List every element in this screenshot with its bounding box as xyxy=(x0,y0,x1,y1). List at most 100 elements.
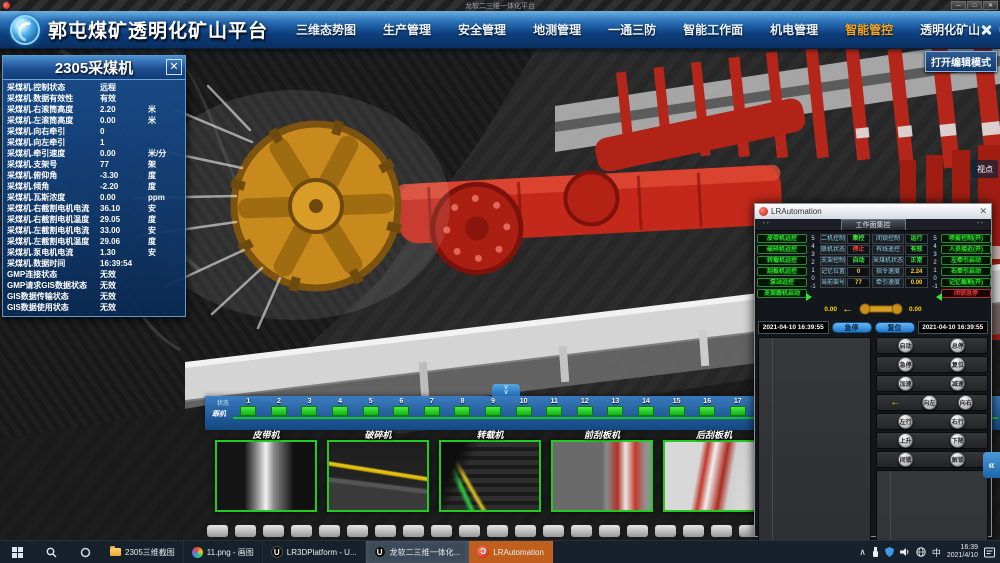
thumbnail-chip[interactable] xyxy=(487,525,508,537)
start-button[interactable] xyxy=(0,541,34,563)
thumbnail-chip[interactable] xyxy=(347,525,368,537)
speaker-icon[interactable] xyxy=(900,547,910,557)
cortana-icon[interactable] xyxy=(68,541,102,563)
nav-item[interactable]: 智能管控 xyxy=(845,21,893,38)
taskbar-app[interactable]: U龙软二三维一体化... xyxy=(366,541,470,563)
camera-thumbnail[interactable] xyxy=(327,440,429,512)
control-button[interactable]: 右行 xyxy=(950,414,965,429)
minimize-button[interactable]: ─ xyxy=(951,1,966,10)
nav-item[interactable]: 地测管理 xyxy=(533,21,581,38)
tray-expand-icon[interactable]: ∧ xyxy=(859,547,866,558)
notification-icon[interactable] xyxy=(984,547,995,558)
camera-thumbnail[interactable] xyxy=(215,440,317,512)
support-cell[interactable]: 12 xyxy=(570,398,601,428)
nav-item[interactable]: 三维态势图 xyxy=(296,21,356,38)
taskbar-app[interactable]: ƆLRAutomation xyxy=(469,541,553,563)
taskbar-app[interactable]: 11.png - 画图 xyxy=(184,541,263,563)
support-cell[interactable]: 16 xyxy=(692,398,723,428)
support-cell[interactable]: 13 xyxy=(600,398,631,428)
lra-remote-button[interactable]: 人员接近(开) xyxy=(941,245,991,254)
camera-thumbnail[interactable] xyxy=(551,440,653,512)
taskbar-app[interactable]: 2305三维截图 xyxy=(102,541,184,563)
collapse-panel-arrow[interactable]: « xyxy=(983,452,1000,478)
thumbnail-chip[interactable] xyxy=(515,525,536,537)
thumbnail-chip[interactable] xyxy=(263,525,284,537)
nav-item[interactable]: 智能工作面 xyxy=(683,21,743,38)
support-cell[interactable]: 2 xyxy=(264,398,295,428)
thumbnail-chip[interactable] xyxy=(711,525,732,537)
thumbnail-chip[interactable] xyxy=(235,525,256,537)
control-button[interactable]: 启动 xyxy=(898,338,913,353)
lra-remote-button[interactable]: 喷雾控制(开) xyxy=(941,234,991,243)
thumbnail-chip[interactable] xyxy=(543,525,564,537)
thumbnail-chip[interactable] xyxy=(291,525,312,537)
control-button[interactable]: 总停 xyxy=(950,338,965,353)
lra-remote-button[interactable]: 皮带机远控 xyxy=(757,234,807,243)
shield-icon[interactable] xyxy=(885,547,894,557)
control-button[interactable]: 解锁 xyxy=(950,452,965,467)
support-cell[interactable]: 6 xyxy=(386,398,417,428)
thumbnail-chip[interactable] xyxy=(571,525,592,537)
reset-button[interactable]: 复位 xyxy=(875,322,915,333)
control-button[interactable]: 急停 xyxy=(898,357,913,372)
lra-tab-workface[interactable]: 工作面集控 xyxy=(841,219,906,230)
viewpoint-tab[interactable]: 视点 xyxy=(972,160,998,178)
control-button[interactable]: 减速 xyxy=(950,376,965,391)
nav-item[interactable]: 机电管理 xyxy=(770,21,818,38)
thumbnail-chip[interactable] xyxy=(599,525,620,537)
lra-remote-button[interactable]: 转载机远控 xyxy=(757,256,807,265)
chevron-down-icon[interactable]: ∨∨ xyxy=(492,384,520,396)
support-cell[interactable]: 3 xyxy=(294,398,325,428)
tools-icon[interactable] xyxy=(980,24,992,36)
shearer-panel-header[interactable]: 2305采煤机 ✕ xyxy=(3,56,185,80)
support-cell[interactable]: 15 xyxy=(661,398,692,428)
estop-button[interactable]: 急停 xyxy=(832,322,872,333)
camera-thumbnail[interactable] xyxy=(439,440,541,512)
lra-remote-button[interactable]: 泵站远控 xyxy=(757,278,807,287)
support-cell[interactable]: 4 xyxy=(325,398,356,428)
network-globe-icon[interactable] xyxy=(916,547,926,557)
nav-item[interactable]: 一通三防 xyxy=(608,21,656,38)
close-icon[interactable]: ✕ xyxy=(166,59,182,75)
ime-indicator[interactable]: 中 xyxy=(932,546,941,559)
thumbnail-chip[interactable] xyxy=(655,525,676,537)
lra-titlebar[interactable]: LRAutomation ✕ xyxy=(755,204,991,219)
control-button[interactable]: 上升 xyxy=(898,433,913,448)
lra-remote-button[interactable]: 刮板机远控 xyxy=(757,267,807,276)
search-icon[interactable] xyxy=(34,541,68,563)
thumbnail-chip[interactable] xyxy=(403,525,424,537)
close-button[interactable]: ✕ xyxy=(983,1,998,10)
thumbnail-chip[interactable] xyxy=(459,525,480,537)
support-cell[interactable]: 8 xyxy=(447,398,478,428)
taskbar-app[interactable]: ULR3DPlatform - U... xyxy=(263,541,366,563)
usb-icon[interactable] xyxy=(872,547,879,557)
open-edit-mode-button[interactable]: 打开编辑模式 xyxy=(925,51,997,72)
lra-remote-button[interactable]: 破碎机远控 xyxy=(757,245,807,254)
support-cell[interactable]: 11 xyxy=(539,398,570,428)
support-cell[interactable]: 17 xyxy=(723,398,754,428)
camera-thumbnail[interactable] xyxy=(663,440,765,512)
lra-remote-button[interactable]: 右牵引启动 xyxy=(941,267,991,276)
lra-remote-button[interactable]: 左牵引启动 xyxy=(941,256,991,265)
support-cell[interactable]: 9 xyxy=(478,398,509,428)
thumbnail-chip[interactable] xyxy=(319,525,340,537)
lra-close-icon[interactable]: ✕ xyxy=(979,206,987,217)
control-button[interactable]: 闭锁 xyxy=(898,452,913,467)
support-cell[interactable]: 1 xyxy=(233,398,264,428)
tray-clock[interactable]: 16:39 2021/4/10 xyxy=(947,544,978,560)
lra-remote-button[interactable]: 支架跟机启动 xyxy=(757,289,807,298)
lra-remote-button[interactable]: 闭锁急停 xyxy=(941,289,991,298)
support-cell[interactable]: 7 xyxy=(417,398,448,428)
control-button[interactable]: 复位 xyxy=(950,357,965,372)
thumbnail-chip[interactable] xyxy=(375,525,396,537)
control-button[interactable]: 左行 xyxy=(898,414,913,429)
maximize-button[interactable]: □ xyxy=(967,1,982,10)
control-button[interactable]: 下降 xyxy=(950,433,965,448)
nav-item[interactable]: 透明化矿山 xyxy=(920,21,980,38)
control-button[interactable]: 向右 xyxy=(958,395,973,410)
support-cell[interactable]: 10 xyxy=(508,398,539,428)
support-cell[interactable]: 5 xyxy=(355,398,386,428)
thumbnail-chip[interactable] xyxy=(207,525,228,537)
thumbnail-chip[interactable] xyxy=(683,525,704,537)
control-button[interactable]: 加速 xyxy=(898,376,913,391)
